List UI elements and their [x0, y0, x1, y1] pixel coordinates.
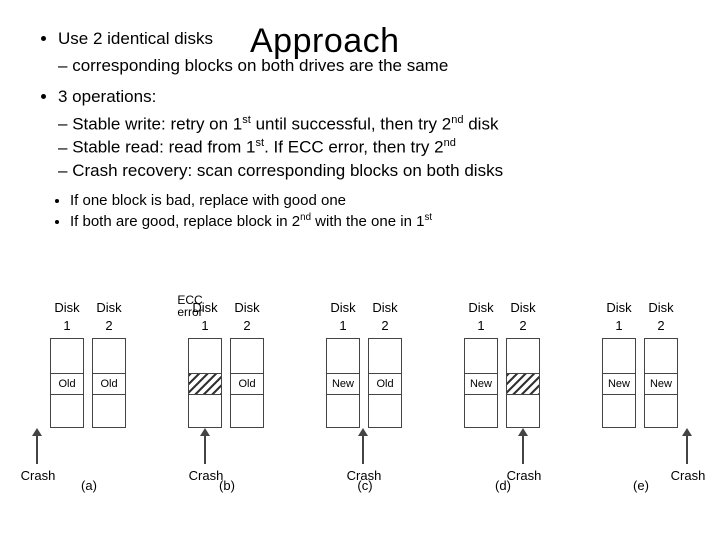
disk-number: 2: [92, 318, 126, 333]
sup: nd: [300, 212, 311, 223]
scenario-letter: (a): [74, 478, 104, 493]
disk-block-1: New: [326, 338, 360, 428]
scenario-letter: (d): [488, 478, 518, 493]
sup: nd: [451, 114, 463, 126]
disk-label: Disk: [50, 300, 84, 315]
scenario-letter: (c): [350, 478, 380, 493]
disk-block-2: Old: [368, 338, 402, 428]
sup: st: [242, 114, 251, 126]
disk-number: 2: [644, 318, 678, 333]
bullet-crash-recovery: Crash recovery: scan corresponding block…: [58, 160, 700, 183]
bullet-stable-read: Stable read: read from 1st. If ECC error…: [58, 136, 700, 160]
disk-label: Disk: [644, 300, 678, 315]
disk-block-1: New: [464, 338, 498, 428]
disk-label: Disk: [464, 300, 498, 315]
scenario-letter: (e): [626, 478, 656, 493]
bullet-stable-write: Stable write: retry on 1st until success…: [58, 113, 700, 137]
disk-block-2: New: [644, 338, 678, 428]
disk-number: 1: [188, 318, 222, 333]
bullet-use-2-disks: Use 2 identical disks: [58, 28, 700, 51]
block-cell: New: [327, 373, 359, 395]
disk-label: Disk: [368, 300, 402, 315]
text: with the one in 1: [311, 213, 424, 230]
crash-arrow-icon: [204, 434, 206, 464]
bullet-3-operations: 3 operations:: [58, 86, 700, 109]
disk-number: 2: [506, 318, 540, 333]
disk-number: 2: [230, 318, 264, 333]
disk-label: Disk: [230, 300, 264, 315]
disk-label: Disk: [602, 300, 636, 315]
text: . If ECC error, then try 2: [264, 138, 444, 157]
disk-block-1: Old: [50, 338, 84, 428]
scenario-e: Disk Disk 1 2 New New Crash (e): [574, 300, 698, 510]
block-cell: New: [645, 373, 677, 395]
disk-number: 1: [50, 318, 84, 333]
text: disk: [463, 114, 498, 133]
block-cell: [507, 373, 539, 395]
disk-label: Disk: [92, 300, 126, 315]
disk-number: 1: [464, 318, 498, 333]
crash-label: Crash: [666, 468, 710, 483]
disk-block-2: [506, 338, 540, 428]
text: Stable write: retry on 1: [72, 114, 242, 133]
crash-label: Crash: [16, 468, 60, 483]
block-cell: Old: [51, 373, 83, 395]
block-cell: Old: [93, 373, 125, 395]
block-cell: [189, 373, 221, 395]
bullet-corresponding-blocks: corresponding blocks on both drives are …: [58, 55, 700, 78]
sup: nd: [444, 137, 456, 149]
block-cell: Old: [369, 373, 401, 395]
crash-diagram: Disk Disk 1 2 Old Old Crash (a) ECCerror…: [22, 300, 698, 510]
bullet-one-bad: If one block is bad, replace with good o…: [70, 191, 700, 211]
block-cell: New: [603, 373, 635, 395]
crash-arrow-icon: [686, 434, 688, 464]
disk-block-2: Old: [230, 338, 264, 428]
disk-number: 1: [326, 318, 360, 333]
disk-block-1: New: [602, 338, 636, 428]
crash-arrow-icon: [36, 434, 38, 464]
block-cell: New: [465, 373, 497, 395]
scenario-c: Disk Disk 1 2 New Old Crash (c): [298, 300, 422, 510]
crash-arrow-icon: [362, 434, 364, 464]
crash-arrow-icon: [522, 434, 524, 464]
disk-number: 2: [368, 318, 402, 333]
disk-block-1: [188, 338, 222, 428]
disk-label: Disk: [506, 300, 540, 315]
disk-label: Disk: [188, 300, 222, 315]
text: until successful, then try 2: [251, 114, 451, 133]
text: If both are good, replace block in 2: [70, 213, 300, 230]
scenario-b: ECCerror Disk Disk 1 2 Old Crash (b): [160, 300, 284, 510]
sup: st: [256, 137, 265, 149]
scenario-a: Disk Disk 1 2 Old Old Crash (a): [22, 300, 146, 510]
disk-number: 1: [602, 318, 636, 333]
scenario-letter: (b): [212, 478, 242, 493]
disk-label: Disk: [326, 300, 360, 315]
slide-body: Use 2 identical disks corresponding bloc…: [30, 28, 700, 234]
sup: st: [424, 212, 432, 223]
block-cell: Old: [231, 373, 263, 395]
text: Stable read: read from 1: [72, 138, 255, 157]
scenario-d: Disk Disk 1 2 New Crash (d): [436, 300, 560, 510]
disk-block-2: Old: [92, 338, 126, 428]
bullet-both-good: If both are good, replace block in 2nd w…: [70, 211, 700, 232]
